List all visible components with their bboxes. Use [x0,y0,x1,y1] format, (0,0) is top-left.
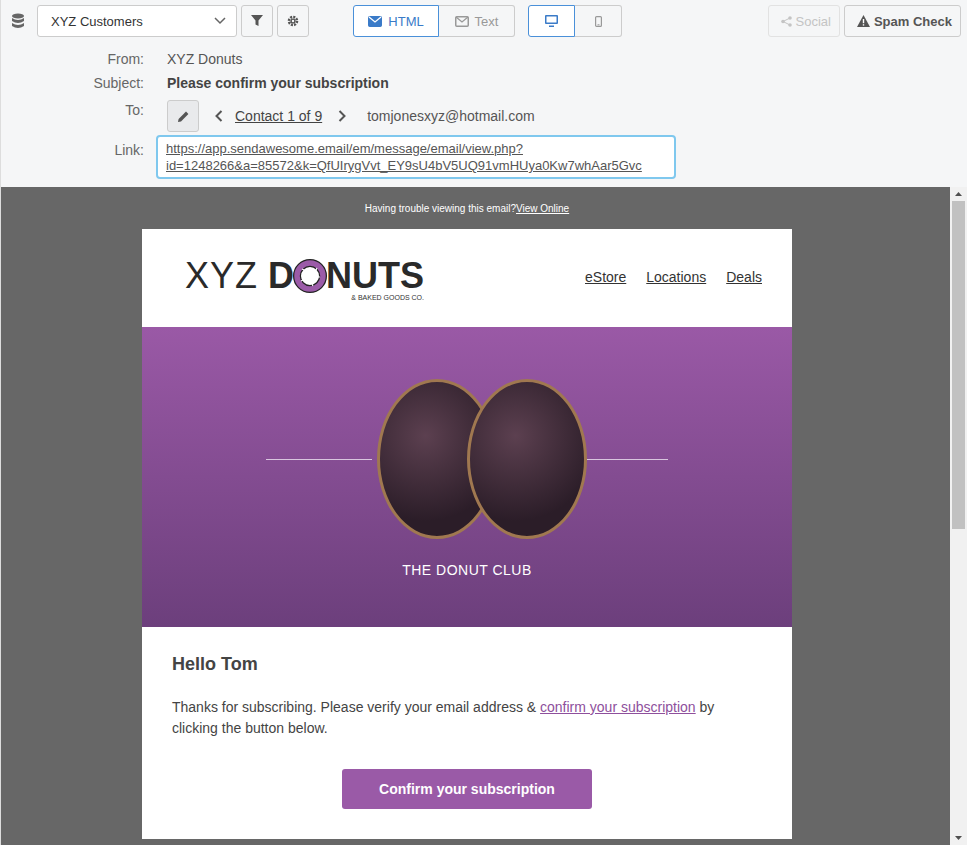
email-card: XYZ D NUTS & BAKED GOODS CO. eStore Locat… [142,229,792,839]
view-mode-button[interactable]: Text [439,5,515,37]
list-select[interactable]: XYZ Customers [37,5,237,37]
subject-label: Subject: [1,71,156,95]
edit-contact-button[interactable] [167,100,199,132]
warning-icon [857,15,870,27]
donut-icon [293,259,327,293]
confirm-button[interactable]: Confirm your subscription [342,769,592,809]
social-button[interactable]: Social [768,5,840,37]
pencil-icon [178,111,189,122]
logo: XYZ D NUTS & BAKED GOODS CO. [185,255,424,301]
envelope-icon [455,16,469,27]
settings-button[interactable] [277,5,309,37]
filter-icon [251,15,263,27]
gear-icon [287,15,299,27]
preheader: Having trouble viewing this email?View O… [365,202,569,216]
view-mode-toggle: HTML Text [353,5,515,37]
contact-counter[interactable]: Contact 1 of 9 [235,104,322,128]
toolbar: XYZ Customers HTML Text Social Spam Chec… [1,0,967,42]
list-select-value: XYZ Customers [51,14,143,29]
to-row: Contact 1 of 9 tomjonesxyz@hotmail.com [156,95,967,135]
hero-title: THE DONUT CLUB [402,562,532,578]
link-field[interactable]: https://app.sendawesome.email/em/message… [156,135,676,179]
link-label: Link: [1,135,156,160]
device-button[interactable] [575,5,622,37]
envelope-icon [368,16,382,27]
email-header: XYZ D NUTS & BAKED GOODS CO. eStore Locat… [142,229,792,327]
link-text[interactable]: id=1248266&a=85572&k=QfUIrygVvt_EY9sU4bV… [166,157,666,174]
scrollbar[interactable] [950,187,967,845]
body-text: Thanks for subscribing. Please verify yo… [172,697,762,739]
email-canvas: Having trouble viewing this email?View O… [1,187,950,845]
device-button[interactable] [528,5,575,37]
scroll-up-icon[interactable] [950,187,967,201]
spam-check-button[interactable]: Spam Check [844,5,961,37]
email-preview-window: XYZ Customers HTML Text Social Spam Chec… [0,0,967,845]
view-mode-button[interactable]: HTML [353,5,439,37]
message-header: From: XYZ Donuts Subject: Please confirm… [1,42,967,187]
from-value: XYZ Donuts [156,47,967,71]
nav-link[interactable]: Locations [646,269,706,285]
nav-link[interactable]: Deals [726,269,762,285]
confirm-link[interactable]: confirm your subscription [540,699,696,715]
monitor-icon [545,15,558,27]
hero-banner: THE DONUT CLUB [142,327,792,627]
email-nav: eStore Locations Deals [585,269,762,285]
scrollbar-thumb[interactable] [952,201,965,529]
share-icon [781,16,792,27]
email-body: Hello Tom Thanks for subscribing. Please… [142,627,792,839]
nav-link[interactable]: eStore [585,269,626,285]
phone-icon [595,16,602,27]
database-icon[interactable] [11,13,25,29]
next-contact-icon[interactable] [338,110,346,122]
subject-value: Please confirm your subscription [156,71,967,95]
from-label: From: [1,47,156,71]
view-online-link[interactable]: View Online [516,203,569,214]
to-address: tomjonesxyz@hotmail.com [367,104,535,128]
filter-button[interactable] [241,5,273,37]
link-text[interactable]: https://app.sendawesome.email/em/message… [166,140,666,157]
scroll-down-icon[interactable] [950,831,967,845]
greeting: Hello Tom [172,654,762,675]
to-label: To: [1,95,156,120]
previous-contact-icon[interactable] [215,110,223,122]
preview-pane: Having trouble viewing this email?View O… [1,187,967,845]
chevron-down-icon [214,17,226,25]
donuts-photo [372,377,562,542]
device-toggle [528,5,622,37]
